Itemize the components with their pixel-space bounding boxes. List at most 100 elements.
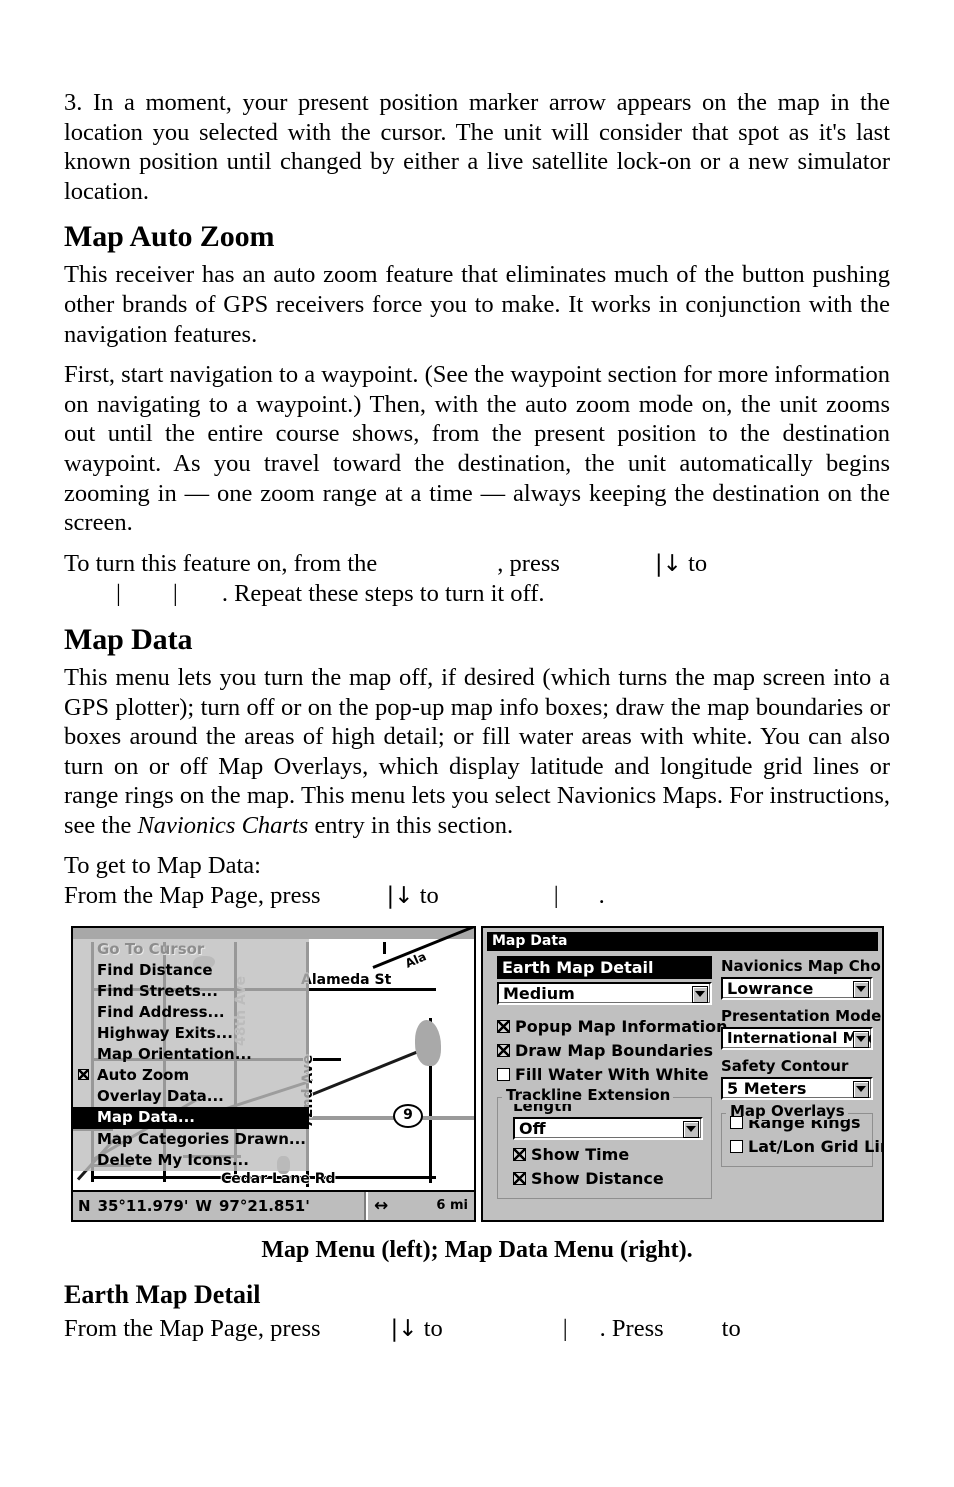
menu-item-label: Find Address...: [97, 1002, 225, 1021]
heading-map-data: Map Data: [64, 622, 193, 656]
checkbox-row[interactable]: Popup Map Information: [497, 1017, 728, 1036]
menu-item[interactable]: Find Distance: [73, 960, 309, 981]
earth-map-detail-value: Medium: [503, 983, 575, 1003]
trackline-extension-group: Trackline Extension Length Off Show Time…: [497, 1085, 712, 1199]
map-menu-overlay: Go To Cursor Find Distance Find Streets...…: [73, 938, 309, 1171]
instr-e-1: From the Map Page, press: [64, 1314, 321, 1342]
instr-e-4: to: [721, 1314, 741, 1342]
checkbox-icon[interactable]: [497, 1067, 510, 1081]
checkbox-row[interactable]: Fill Water With White: [497, 1065, 712, 1084]
chevron-down-icon[interactable]: [853, 1080, 869, 1098]
instr-e-3: . Press: [599, 1314, 664, 1342]
map-overlays-group: Map Overlays Range RingsLat/Lon Grid Lin…: [721, 1101, 882, 1167]
menu-item[interactable]: Highway Exits...: [73, 1023, 309, 1044]
chevron-down-icon[interactable]: [683, 1120, 699, 1138]
menu-item[interactable]: Find Address...: [73, 1002, 309, 1023]
menu-item-label: Delete My Icons...: [97, 1150, 249, 1169]
figure-caption: Map Menu (left); Map Data Menu (right).: [261, 1236, 693, 1263]
instr-e-2: to: [423, 1314, 443, 1342]
menu-item[interactable]: Auto Zoom: [73, 1065, 309, 1086]
instr-md-1: From the Map Page, press: [64, 882, 321, 910]
checkbox-row[interactable]: Lat/Lon Grid Lines: [730, 1137, 882, 1156]
page-content: 3. In a moment, your present position ma…: [64, 0, 890, 1487]
menu-item[interactable]: Map Data...: [73, 1107, 309, 1129]
safety-contour-value: 5 Meters: [727, 1078, 807, 1098]
instr-text-2: , press: [497, 549, 560, 577]
checkbox-row[interactable]: Show Time: [513, 1145, 703, 1164]
map-top-bar: [73, 927, 474, 939]
paragraph-auto-zoom-2: First, start navigation to a waypoint. (…: [64, 361, 891, 537]
left-checkbox-group: Popup Map Information Draw Map Boundaries…: [497, 1017, 728, 1084]
menu-item-label: Find Streets...: [97, 981, 218, 1000]
map-status-bar: N 35°11.979' W 97°21.851' ↔ 6 mi: [73, 1189, 474, 1220]
menu-item-label: Map Orientation...: [97, 1045, 252, 1064]
checkbox-icon[interactable]: [497, 1019, 510, 1033]
menu-item[interactable]: Delete My Icons...: [73, 1150, 309, 1171]
menu-item-label: Auto Zoom: [97, 1066, 190, 1085]
safety-contour-dropdown[interactable]: 5 Meters: [721, 1076, 873, 1100]
street-label-cedar-lane: Cedar Lane Rd: [221, 1170, 336, 1187]
menu-item-label: Map Data...: [97, 1108, 195, 1127]
map-scale-indicator: ↔ 6 mi: [366, 1191, 474, 1220]
menu-item[interactable]: Map Orientation...: [73, 1044, 309, 1065]
menu-down-key-icon: |↓: [390, 1315, 418, 1342]
navionics-map-choice-label: Navionics Map Choice: [721, 956, 882, 975]
presentation-mode-dropdown[interactable]: International Mode: [721, 1026, 873, 1050]
menu-item[interactable]: Find Streets...: [73, 981, 309, 1002]
instruction-map-data: From the Map Page, press |↓ to |.: [64, 881, 890, 912]
instr-text-4: . Repeat these steps to turn it off.: [221, 580, 545, 608]
checkbox-icon[interactable]: [730, 1139, 743, 1153]
checkbox-icon[interactable]: [513, 1171, 526, 1185]
street-label-alameda: Alameda St: [301, 971, 392, 988]
checkbox-icon[interactable]: [78, 1069, 89, 1081]
dialog-title-bar: Map Data: [487, 931, 878, 951]
checkbox-label: Show Time: [531, 1144, 630, 1164]
map-data-text-b: entry in this section.: [308, 811, 514, 839]
checkbox-icon[interactable]: [730, 1115, 743, 1129]
chevron-down-icon[interactable]: [692, 985, 708, 1003]
scale-value: 6 mi: [436, 1198, 468, 1214]
earth-map-detail-header: Earth Map Detail: [497, 955, 712, 979]
longitude-value: 97°21.851': [218, 1196, 310, 1215]
instruction-auto-zoom: To turn this feature on, from the , press…: [64, 549, 890, 609]
menu-item-label: Find Distance: [97, 960, 213, 979]
map-menu-screenshot: Alameda St 72nd Ave 48th Ave Ala Cedar L…: [71, 925, 476, 1222]
to-get-to-line: To get to Map Data:: [64, 852, 261, 880]
navionics-map-choice-dropdown[interactable]: Lowrance: [721, 976, 873, 1000]
menu-item[interactable]: Go To Cursor: [73, 939, 309, 960]
presentation-mode-value: International Mode: [727, 1029, 871, 1048]
presentation-mode-label: Presentation Mode: [721, 1006, 882, 1025]
instruction-earth-map-detail: From the Map Page, press |↓ to | . Press to: [64, 1314, 890, 1345]
checkbox-icon[interactable]: [497, 1043, 510, 1057]
menu-item-label: Map Categories Drawn...: [97, 1129, 306, 1148]
checkbox-label: Draw Map Boundaries: [515, 1040, 714, 1060]
checkbox-icon[interactable]: [513, 1147, 526, 1161]
instr-md-3: .: [598, 882, 605, 910]
paragraph-auto-zoom-1: This receiver has an auto zoom feature t…: [64, 261, 890, 348]
highway-shield-icon: 9: [393, 1103, 423, 1128]
paragraph-map-data: This menu lets you turn the map off, if …: [64, 663, 890, 841]
chevron-down-icon[interactable]: [853, 1030, 869, 1048]
trackline-length-dropdown[interactable]: Off: [513, 1116, 703, 1140]
dialog-right-column: Navionics Map Choice Lowrance Presentati…: [721, 956, 882, 1167]
earth-map-detail-dropdown[interactable]: Medium: [497, 981, 712, 1005]
menu-item[interactable]: Map Categories Drawn...: [73, 1129, 309, 1150]
map-data-screenshot: Map Data Earth Map Detail Medium Popup M…: [481, 925, 884, 1222]
chevron-down-icon[interactable]: [853, 980, 869, 998]
checkbox-row[interactable]: Show Distance: [513, 1169, 703, 1188]
checkbox-label: Popup Map Information: [515, 1016, 728, 1036]
coordinates-display: N 35°11.979' W 97°21.851': [73, 1191, 366, 1220]
scale-arrows-icon: ↔: [374, 1195, 389, 1216]
instr-e-pipe: |: [562, 1314, 568, 1342]
trackline-checkbox-group: Show Time Show Distance: [506, 1145, 703, 1188]
menu-down-key-icon: |↓: [654, 550, 682, 577]
checkbox-row[interactable]: Draw Map Boundaries: [497, 1040, 714, 1060]
navionics-map-choice-value: Lowrance: [727, 978, 814, 998]
menu-item-label: Highway Exits...: [97, 1024, 233, 1043]
trackline-length-value: Off: [519, 1118, 546, 1138]
instr-text-1: To turn this feature on, from the: [64, 549, 378, 577]
figure-gps-screens: Alameda St 72nd Ave 48th Ave Ala Cedar L…: [64, 925, 890, 1228]
menu-item[interactable]: Overlay Data...: [73, 1086, 309, 1107]
heading-earth-map-detail: Earth Map Detail: [64, 1279, 261, 1309]
menu-down-key-icon: |↓: [386, 883, 414, 910]
